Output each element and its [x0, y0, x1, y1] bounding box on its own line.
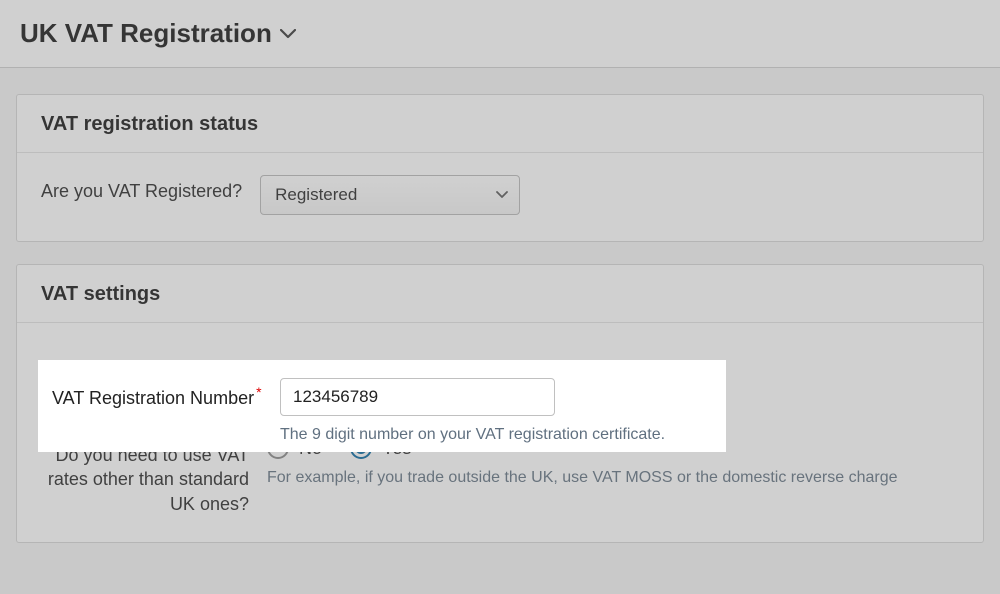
page-title-dropdown[interactable]: UK VAT Registration [20, 18, 296, 49]
vat-settings-title: VAT settings [17, 265, 983, 323]
other-rates-help: For example, if you trade outside the UK… [267, 469, 959, 487]
vat-status-card: VAT registration status Are you VAT Regi… [16, 94, 984, 242]
vat-reg-number-highlight: VAT Registration Number* The 9 digit num… [38, 360, 726, 452]
chevron-down-icon [280, 29, 296, 39]
vat-registered-label: Are you VAT Registered? [41, 175, 242, 202]
required-asterisk: * [256, 384, 261, 400]
placeholder-label [41, 345, 249, 351]
vat-reg-number-input[interactable] [280, 378, 555, 416]
content-area: VAT registration status Are you VAT Regi… [0, 68, 1000, 543]
page-title: UK VAT Registration [20, 18, 272, 49]
vat-registered-select[interactable]: Registered [260, 175, 520, 215]
vat-reg-number-help: The 9 digit number on your VAT registrat… [280, 426, 706, 444]
vat-status-title: VAT registration status [17, 95, 983, 153]
vat-reg-number-label: VAT Registration Number* [48, 378, 262, 409]
vat-registered-value: Registered [275, 185, 357, 205]
vat-registered-row: Are you VAT Registered? Registered [41, 175, 959, 215]
page-header: UK VAT Registration [0, 0, 1000, 68]
